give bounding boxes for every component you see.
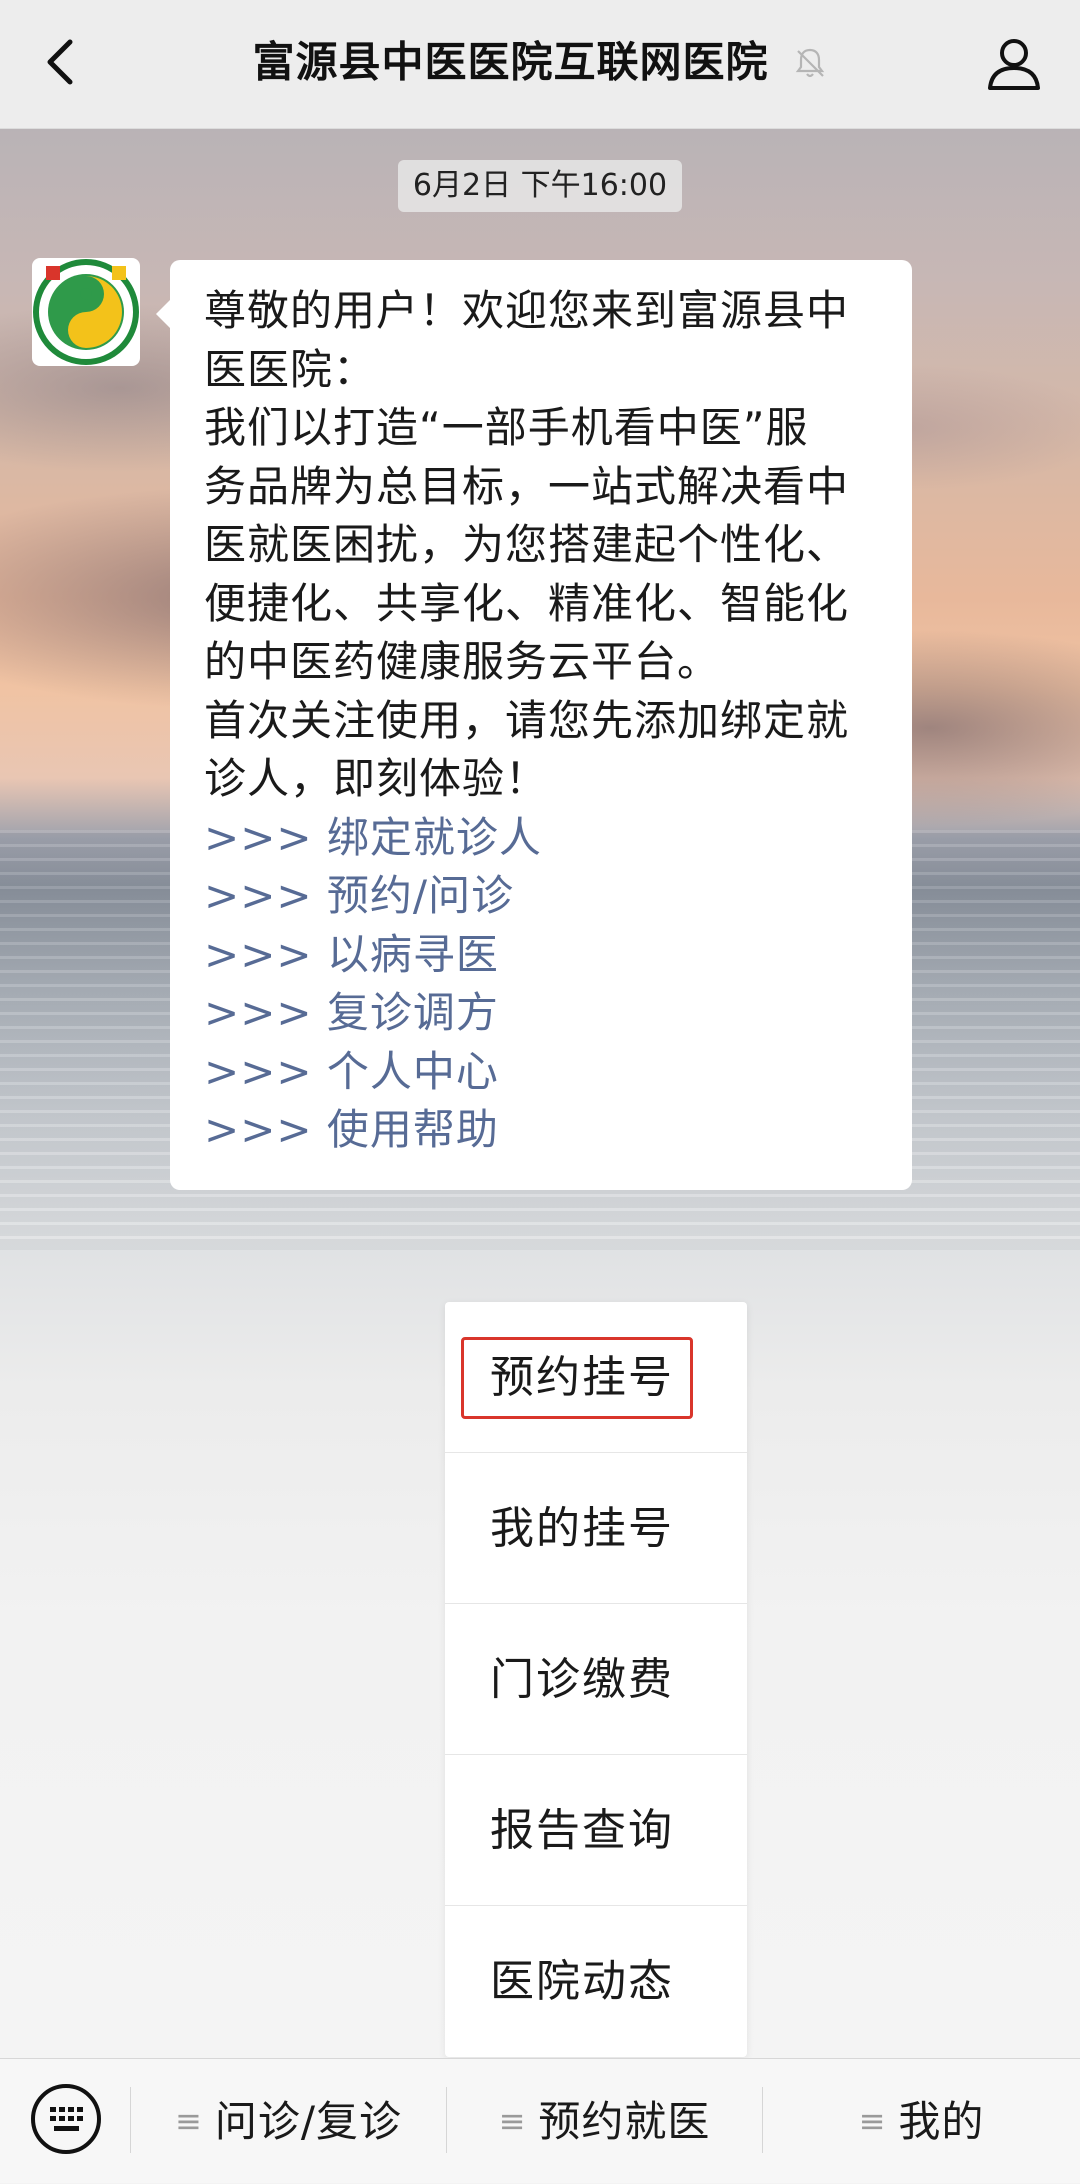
menu-item-hospital-news[interactable]: 医院动态 [445,1906,747,2057]
tab-label: 我的 [898,2097,985,2146]
tab-mine[interactable]: ≡ 我的 [763,2059,1080,2183]
keyboard-toggle-button[interactable] [28,2081,104,2157]
link-personal-center[interactable]: >>> 个人中心 [204,1043,886,1102]
appointment-submenu: 预约挂号 我的挂号 门诊缴费 报告查询 医院动态 [445,1302,747,2057]
menu-item-outpatient-payment[interactable]: 门诊缴费 [445,1604,747,1755]
tab-consultation[interactable]: ≡ 问诊/复诊 [131,2059,446,2183]
menu-item-label: 我的挂号 [490,1503,674,1554]
link-usage-help[interactable]: >>> 使用帮助 [204,1101,886,1160]
tab-appointment[interactable]: ≡ 预约就医 [447,2059,762,2183]
title-wrapper: 富源县中医医院互联网医院 [0,30,1080,94]
link-bind-patient[interactable]: >>> 绑定就诊人 [204,809,886,868]
top-navigation-bar: 富源县中医医院互联网医院 [0,0,1080,129]
welcome-message-bubble: 尊敬的用户！欢迎您来到富源县中 医医院： 我们以打造“一部手机看中医”服 务品牌… [156,260,912,1190]
welcome-message-text: 尊敬的用户！欢迎您来到富源县中 医医院： 我们以打造“一部手机看中医”服 务品牌… [204,286,850,803]
profile-button[interactable] [984,34,1044,94]
menu-item-label: 预约挂号 [490,1352,674,1403]
menu-item-label: 报告查询 [490,1805,674,1856]
tab-label: 问诊/复诊 [214,2097,402,2146]
keyboard-icon [31,2084,101,2154]
menu-lines-icon: ≡ [498,2102,527,2140]
tab-label: 预约就医 [538,2097,711,2146]
menu-item-label: 门诊缴费 [490,1654,674,1705]
hospital-logo [33,259,139,365]
link-find-doctor-by-disease[interactable]: >>> 以病寻医 [204,926,886,985]
page-title: 富源县中医医院互联网医院 [252,37,769,87]
menu-item-book-registration[interactable]: 预约挂号 [445,1302,747,1453]
menu-item-my-registrations[interactable]: 我的挂号 [445,1453,747,1604]
menu-item-label: 医院动态 [490,1956,674,2007]
menu-lines-icon: ≡ [858,2102,887,2140]
mute-bell-icon [795,48,824,77]
profile-icon [988,39,1040,90]
bottom-menu-bar: ≡ 问诊/复诊 ≡ 预约就医 ≡ 我的 [0,2058,1080,2183]
menu-item-report-query[interactable]: 报告查询 [445,1755,747,1906]
hospital-avatar[interactable] [32,258,140,366]
link-follow-up-prescription[interactable]: >>> 复诊调方 [204,984,886,1043]
menu-lines-icon: ≡ [175,2102,203,2140]
message-timestamp: 6月2日 下午16:00 [398,160,682,212]
link-appointment-consult[interactable]: >>> 预约/问诊 [204,867,886,926]
